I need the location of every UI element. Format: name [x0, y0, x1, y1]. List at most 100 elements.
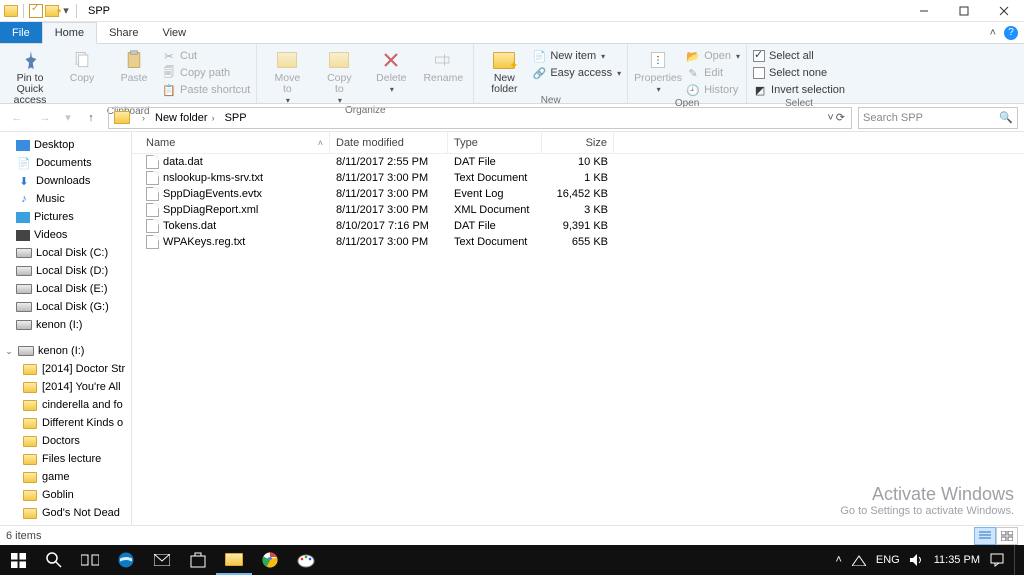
tree-documents[interactable]: 📄Documents: [0, 154, 131, 172]
taskbar-chrome-icon[interactable]: [252, 545, 288, 575]
tree-music[interactable]: ♪Music: [0, 190, 131, 208]
pictures-icon: [16, 212, 30, 223]
table-row[interactable]: SppDiagEvents.evtx8/11/2017 3:00 PMEvent…: [140, 186, 1024, 202]
tray-action-center-icon[interactable]: [990, 553, 1004, 567]
tray-volume-icon[interactable]: [910, 554, 924, 566]
search-button[interactable]: [36, 545, 72, 575]
help-icon[interactable]: ?: [1004, 26, 1018, 40]
table-row[interactable]: SppDiagReport.xml8/11/2017 3:00 PMXML Do…: [140, 202, 1024, 218]
delete-button[interactable]: Delete▾: [367, 46, 415, 94]
tree-folder-10[interactable]: HEALER: [0, 522, 131, 525]
breadcrumb[interactable]: › New folder› SPP ˅⟳: [108, 107, 852, 129]
copy-to-button[interactable]: Copy to▾: [315, 46, 363, 105]
paste-button[interactable]: Paste: [110, 46, 158, 84]
new-folder-button[interactable]: ✦New folder: [480, 46, 528, 95]
tree-local-disk-g[interactable]: Local Disk (G:): [0, 298, 131, 316]
qat-customize-icon[interactable]: ▾: [61, 4, 71, 17]
table-row[interactable]: Tokens.dat8/10/2017 7:16 PMDAT File9,391…: [140, 218, 1024, 234]
tree-downloads[interactable]: ⬇Downloads: [0, 172, 131, 190]
edit-button[interactable]: ✎Edit: [686, 65, 740, 81]
tray-overflow-icon[interactable]: ˄: [835, 554, 841, 566]
taskbar-edge-icon[interactable]: [108, 545, 144, 575]
tree-folder-7[interactable]: game: [0, 468, 131, 486]
tree-local-disk-d[interactable]: Local Disk (D:): [0, 262, 131, 280]
tab-share[interactable]: Share: [97, 22, 150, 43]
task-view-button[interactable]: [72, 545, 108, 575]
qat-newfolder-icon[interactable]: *: [45, 5, 59, 17]
tree-kenon-i[interactable]: kenon (I:): [0, 316, 131, 334]
pin-to-quick-access-button[interactable]: Pin to Quick access: [6, 46, 54, 106]
view-details-button[interactable]: [974, 527, 996, 545]
close-button[interactable]: [984, 0, 1024, 22]
invert-selection-button[interactable]: ◩Invert selection: [753, 82, 845, 98]
tab-view[interactable]: View: [150, 22, 198, 43]
new-item-button[interactable]: 📄New item▾: [532, 48, 621, 64]
qat-properties-icon[interactable]: ✓: [29, 4, 43, 18]
tray-network-icon[interactable]: [852, 554, 866, 566]
forward-button[interactable]: →: [34, 107, 56, 129]
tree-folder-2[interactable]: [2014] You're All: [0, 378, 131, 396]
up-button[interactable]: ↑: [80, 107, 102, 129]
copy-path-button[interactable]: 🗐Copy path: [162, 65, 250, 81]
tree-folder-8[interactable]: Goblin: [0, 486, 131, 504]
tree-folder-6[interactable]: Files lecture: [0, 450, 131, 468]
refresh-icon[interactable]: ⟳: [836, 111, 845, 124]
taskbar-store-icon[interactable]: [180, 545, 216, 575]
tree-pictures[interactable]: Pictures: [0, 208, 131, 226]
paste-shortcut-button[interactable]: 📋Paste shortcut: [162, 82, 250, 98]
taskbar-mail-icon[interactable]: [144, 545, 180, 575]
taskbar-paint-icon[interactable]: [288, 545, 324, 575]
select-none-button[interactable]: Select none: [753, 65, 845, 81]
start-button[interactable]: [0, 545, 36, 575]
chevron-down-icon[interactable]: ⌄: [4, 346, 14, 357]
minimize-button[interactable]: [904, 0, 944, 22]
tray-clock[interactable]: 11:35 PM: [934, 554, 980, 566]
ribbon-tabs: File Home Share View ˄ ?: [0, 22, 1024, 44]
breadcrumb-seg-2[interactable]: SPP: [220, 108, 252, 128]
tree-kenon-i-expanded[interactable]: ⌄kenon (I:): [0, 342, 131, 360]
table-row[interactable]: WPAKeys.reg.txt8/11/2017 3:00 PMText Doc…: [140, 234, 1024, 250]
back-button[interactable]: ←: [6, 107, 28, 129]
tree-local-disk-c[interactable]: Local Disk (C:): [0, 244, 131, 262]
column-date[interactable]: Date modified: [330, 132, 448, 153]
tree-folder-5[interactable]: Doctors: [0, 432, 131, 450]
tree-local-disk-e[interactable]: Local Disk (E:): [0, 280, 131, 298]
recent-locations-button[interactable]: ▾: [62, 107, 74, 129]
app-icon[interactable]: [4, 5, 18, 17]
move-to-button[interactable]: Move to▾: [263, 46, 311, 105]
tree-folder-4[interactable]: Different Kinds o: [0, 414, 131, 432]
table-row[interactable]: nslookup-kms-srv.txt8/11/2017 3:00 PMTex…: [140, 170, 1024, 186]
tree-folder-9[interactable]: God's Not Dead: [0, 504, 131, 522]
view-large-icons-button[interactable]: [996, 527, 1018, 545]
column-name[interactable]: Name˄: [140, 132, 330, 153]
tree-desktop[interactable]: Desktop: [0, 136, 131, 154]
address-dropdown-icon[interactable]: ˅: [827, 112, 833, 124]
select-all-button[interactable]: Select all: [753, 48, 845, 64]
tree-folder-1[interactable]: [2014] Doctor Str: [0, 360, 131, 378]
tab-home[interactable]: Home: [42, 22, 97, 44]
file-rows[interactable]: data.dat8/11/2017 2:55 PMDAT File10 KBns…: [132, 154, 1024, 525]
properties-button[interactable]: Properties▾: [634, 46, 682, 94]
easy-access-button[interactable]: 🔗Easy access▾: [532, 65, 621, 81]
breadcrumb-seg-1[interactable]: New folder›: [150, 108, 220, 128]
maximize-button[interactable]: [944, 0, 984, 22]
breadcrumb-root-chevron[interactable]: ›: [133, 108, 150, 128]
ribbon-collapse-icon[interactable]: ˄: [990, 27, 996, 39]
tab-file[interactable]: File: [0, 22, 42, 43]
cut-button[interactable]: ✂Cut: [162, 48, 250, 64]
search-input[interactable]: Search SPP 🔍: [858, 107, 1018, 129]
column-type[interactable]: Type: [448, 132, 542, 153]
table-row[interactable]: data.dat8/11/2017 2:55 PMDAT File10 KB: [140, 154, 1024, 170]
column-size[interactable]: Size: [542, 132, 614, 153]
rename-button[interactable]: Rename: [419, 46, 467, 84]
tray-language[interactable]: ENG: [876, 554, 900, 566]
history-button[interactable]: 🕘History: [686, 82, 740, 98]
show-desktop-button[interactable]: [1014, 545, 1020, 575]
open-button[interactable]: 📂Open▾: [686, 48, 740, 64]
tree-folder-3[interactable]: cinderella and fo: [0, 396, 131, 414]
quick-access-toolbar: ✓ * ▾: [0, 4, 80, 18]
navigation-pane[interactable]: Desktop 📄Documents ⬇Downloads ♪Music Pic…: [0, 132, 132, 525]
copy-button[interactable]: Copy: [58, 46, 106, 84]
tree-videos[interactable]: Videos: [0, 226, 131, 244]
taskbar-explorer-icon[interactable]: [216, 545, 252, 575]
